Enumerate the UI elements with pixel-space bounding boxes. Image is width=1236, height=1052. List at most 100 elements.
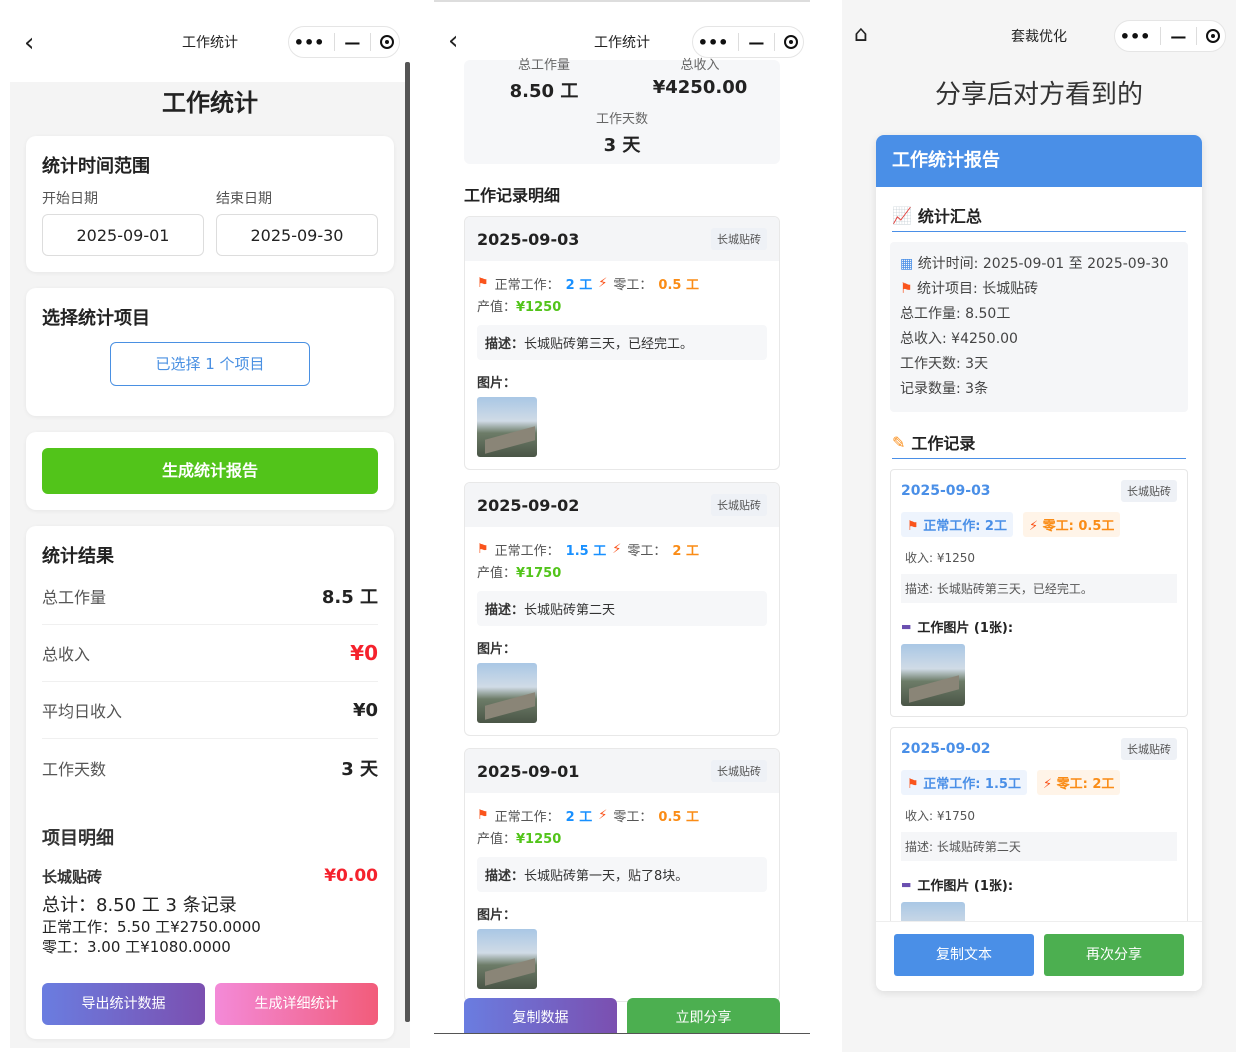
record-date: 2025-09-03 xyxy=(901,483,991,499)
project-tag: 长城贴砖 xyxy=(1121,738,1177,760)
minimize-icon[interactable]: — xyxy=(344,33,360,52)
stat-value: 3 天 xyxy=(341,758,378,780)
capsule-divider xyxy=(1159,27,1161,45)
more-icon[interactable]: ••• xyxy=(294,33,325,52)
normal-work-text: 正常工作: 1.5工 xyxy=(923,777,1021,792)
record-date: 2025-09-01 xyxy=(477,761,580,781)
desc-label: 描述： xyxy=(485,869,525,884)
report-footer: 复制文本 再次分享 xyxy=(876,921,1202,991)
records-title-text: 工作记录 xyxy=(911,434,976,453)
summary-label: 总收入 xyxy=(680,58,720,73)
share-again-button[interactable]: 再次分享 xyxy=(1044,934,1184,976)
scrollbar[interactable] xyxy=(405,62,410,1022)
nav-bar: ‹ 工作统计 ••• — xyxy=(10,0,410,82)
capsule-divider xyxy=(773,33,775,51)
extra-work-label: 零工： xyxy=(627,543,667,559)
normal-work-value: 2 工 xyxy=(565,277,593,293)
extra-work-text: 零工: 0.5工 xyxy=(1042,519,1115,534)
time-range-card: 统计时间范围 开始日期 2025-09-01 结束日期 2025-09-30 xyxy=(26,136,394,272)
select-project-button[interactable]: 已选择 1 个项目 xyxy=(110,342,310,386)
extra-work-value: 0.5 工 xyxy=(658,277,699,293)
flag-icon: ⚑ xyxy=(900,281,913,297)
work-photo-thumbnail[interactable] xyxy=(901,644,965,706)
extra-work-label: 零工： xyxy=(613,277,653,293)
flag-icon: ⚑ xyxy=(907,519,919,534)
detail-stats-button[interactable]: 生成详细统计 xyxy=(215,983,378,1025)
work-photo-thumbnail[interactable] xyxy=(477,397,537,457)
project-amount: ¥0.00 xyxy=(324,866,378,886)
project-select-card: 选择统计项目 已选择 1 个项目 xyxy=(26,288,394,416)
flag-icon: ⚑ xyxy=(477,275,489,291)
stat-label: 总收入 xyxy=(42,645,91,664)
record-card: 2025-09-03 长城贴砖 ⚑ 正常工作： 2 工 ⚡ 零工： 0.5 工 … xyxy=(464,216,780,470)
images-label: ▬ 工作图片 (1张): xyxy=(901,875,1177,894)
close-icon[interactable] xyxy=(784,35,799,49)
copy-data-button[interactable]: 复制数据 xyxy=(464,998,617,1033)
more-icon[interactable]: ••• xyxy=(1120,27,1151,46)
stat-row-avg-income: 平均日收入 ¥0 xyxy=(42,682,378,739)
summary-days: 工作天数 3 天 xyxy=(562,108,682,157)
normal-work-label: 正常工作： xyxy=(494,277,560,293)
summary-line: 统计项目: 长城贴砖 xyxy=(917,281,1039,297)
mini-program-capsule: ••• — xyxy=(1114,20,1226,52)
capsule-divider xyxy=(1195,27,1197,45)
extra-work-pill: ⚡ 零工: 0.5工 xyxy=(1022,512,1121,537)
stat-value: ¥0 xyxy=(352,699,378,721)
stat-label: 总工作量 xyxy=(42,588,107,607)
summary-line: 总工作量: 8.50工 xyxy=(900,306,1011,322)
value-amount: ¥1250 xyxy=(516,300,562,315)
work-photo-thumbnail[interactable] xyxy=(477,929,537,989)
summary-line: 工作天数: 3天 xyxy=(900,356,989,372)
desc-line: 描述: 长城贴砖第二天 xyxy=(901,832,1177,861)
page-title: 工作统计 xyxy=(162,89,258,117)
chart-icon: 📈 xyxy=(892,205,912,225)
bottom-buttons: 复制数据 立即分享 xyxy=(464,998,780,1033)
summary-line: 总收入: ¥4250.00 xyxy=(900,331,1018,347)
summary-title-text: 统计汇总 xyxy=(917,207,982,226)
phone-screen-records: ‹ 工作统计 ••• — 总工作量 8.50 工 总收入 ¥4250.00 工作… xyxy=(434,0,810,1034)
report-title: 工作统计报告 xyxy=(876,135,1202,187)
desc-text: 长城贴砖第一天，贴了8块。 xyxy=(524,869,689,884)
extra-work-value: 2 工 xyxy=(672,543,699,559)
normal-work-value: 2 工 xyxy=(565,809,593,825)
generate-report-button[interactable]: 生成统计报告 xyxy=(42,448,378,494)
project-tag: 长城贴砖 xyxy=(711,760,767,782)
stat-value: 8.5 工 xyxy=(321,587,378,608)
summary-value: 8.50 工 xyxy=(509,81,579,102)
images-label-text: 工作图片 (1张): xyxy=(917,879,1014,894)
value-label: 产值： xyxy=(477,300,517,315)
stat-row-total-work: 总工作量 8.5 工 xyxy=(42,568,378,625)
images-label-text: 工作图片 (1张): xyxy=(917,621,1014,636)
stat-row-total-income: 总收入 ¥0 xyxy=(42,625,378,682)
results-card: 统计结果 总工作量 8.5 工 总收入 ¥0 平均日收入 ¥0 工作天数 3 天… xyxy=(26,526,394,1039)
more-icon[interactable]: ••• xyxy=(698,33,729,52)
image-icon: ▬ xyxy=(901,878,912,891)
normal-work-label: 正常工作： xyxy=(494,543,560,559)
share-now-button[interactable]: 立即分享 xyxy=(627,998,780,1033)
summary-box: ▦ 统计时间: 2025-09-01 至 2025-09-30 ⚑ 统计项目: … xyxy=(890,242,1188,412)
image-icon: ▬ xyxy=(901,620,912,633)
memo-icon: ✎ xyxy=(892,432,906,452)
end-date-label: 结束日期 xyxy=(216,191,272,207)
end-date-picker[interactable]: 2025-09-30 xyxy=(216,214,378,256)
stat-label: 平均日收入 xyxy=(42,702,123,721)
minimize-icon[interactable]: — xyxy=(1170,27,1186,46)
desc-text: 长城贴砖第三天，已经完工。 xyxy=(524,337,694,352)
value-label: 产值： xyxy=(477,566,517,581)
stat-label: 工作天数 xyxy=(42,759,107,779)
value-amount: ¥1750 xyxy=(516,566,562,581)
results-title: 统计结果 xyxy=(42,546,114,567)
copy-text-button[interactable]: 复制文本 xyxy=(894,934,1034,976)
desc-label: 描述： xyxy=(485,337,525,352)
summary-label: 总工作量 xyxy=(517,58,570,73)
minimize-icon[interactable]: — xyxy=(748,33,764,52)
lightning-icon: ⚡ xyxy=(1028,519,1039,534)
normal-work-line: 正常工作：5.50 工¥2750.0000 xyxy=(42,918,261,936)
start-date-picker[interactable]: 2025-09-01 xyxy=(42,214,204,256)
summary-section-title: 📈 统计汇总 xyxy=(892,203,1186,232)
normal-work-pill: ⚑ 正常工作: 1.5工 xyxy=(901,770,1027,795)
work-photo-thumbnail[interactable] xyxy=(477,663,537,723)
close-icon[interactable] xyxy=(380,35,395,49)
close-icon[interactable] xyxy=(1206,29,1221,43)
export-data-button[interactable]: 导出统计数据 xyxy=(42,983,205,1025)
